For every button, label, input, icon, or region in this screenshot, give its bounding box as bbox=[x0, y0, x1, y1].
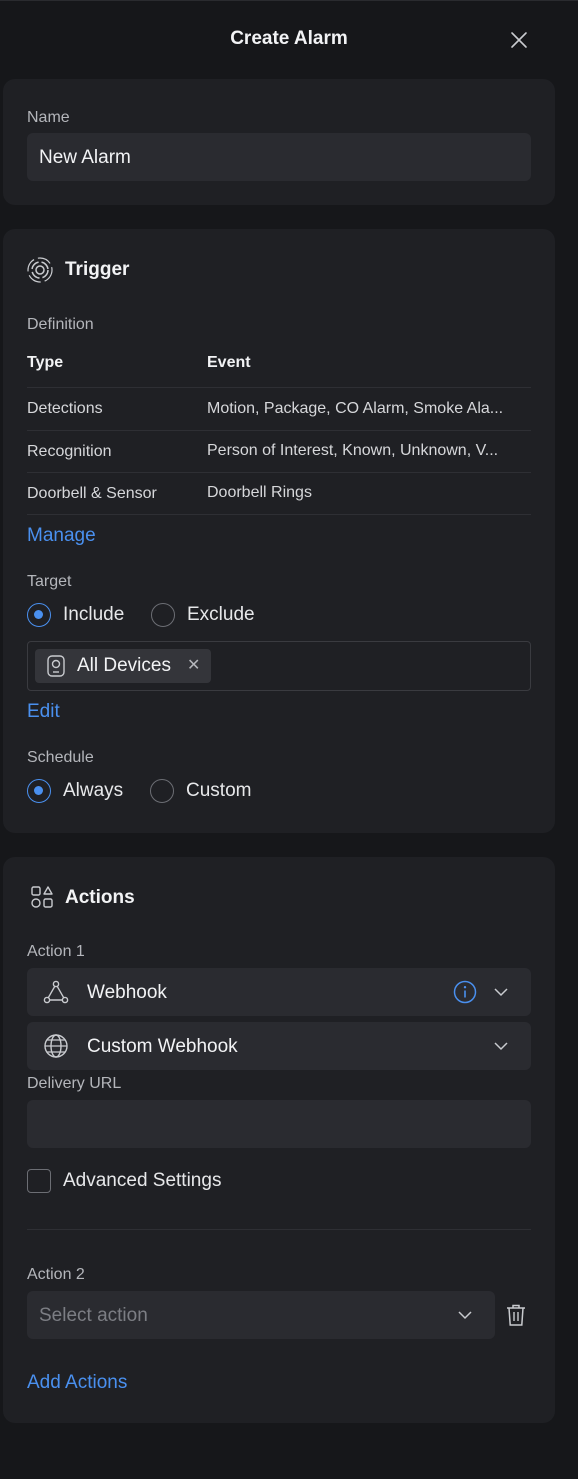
radio-always[interactable] bbox=[27, 779, 51, 803]
target-label: Target bbox=[27, 573, 72, 590]
action1-type-select[interactable]: Webhook bbox=[27, 968, 531, 1016]
row-event-doorbell: Doorbell Rings bbox=[207, 484, 312, 501]
device-chip-label: All Devices bbox=[77, 655, 171, 676]
row-divider bbox=[27, 387, 531, 388]
action1-subtype-select[interactable]: Custom Webhook bbox=[27, 1022, 531, 1070]
camera-icon bbox=[44, 654, 68, 678]
chevron-down-icon bbox=[493, 984, 509, 1000]
advanced-settings-label[interactable]: Advanced Settings bbox=[63, 1170, 221, 1192]
close-icon[interactable] bbox=[507, 28, 531, 52]
dialog-title: Create Alarm bbox=[230, 28, 348, 49]
row-divider bbox=[27, 472, 531, 473]
trigger-icon bbox=[27, 257, 53, 283]
row-event-recognition: Person of Interest, Known, Unknown, V... bbox=[207, 442, 499, 459]
row-type-doorbell: Doorbell & Sensor bbox=[27, 485, 157, 502]
manage-link[interactable]: Manage bbox=[27, 525, 96, 547]
actions-card: Actions Action 1 Webhook Custom Webhook … bbox=[3, 857, 555, 1423]
trigger-title: Trigger bbox=[65, 259, 130, 280]
delivery-url-label: Delivery URL bbox=[27, 1075, 122, 1092]
radio-custom-label[interactable]: Custom bbox=[186, 780, 251, 802]
radio-always-label[interactable]: Always bbox=[63, 780, 123, 802]
name-input[interactable]: New Alarm bbox=[27, 133, 531, 181]
row-divider bbox=[27, 430, 531, 431]
radio-include[interactable] bbox=[27, 603, 51, 627]
column-header-type: Type bbox=[27, 354, 64, 371]
chevron-down-icon bbox=[493, 1038, 509, 1054]
radio-exclude[interactable] bbox=[151, 603, 175, 627]
trigger-card: Trigger Definition Type Event Detections… bbox=[3, 229, 555, 833]
edit-link[interactable]: Edit bbox=[27, 701, 60, 723]
actions-title: Actions bbox=[65, 887, 135, 908]
definition-label: Definition bbox=[27, 316, 94, 333]
remove-chip-icon[interactable]: ✕ bbox=[187, 655, 200, 675]
row-divider bbox=[27, 514, 531, 515]
action2-select[interactable]: Select action bbox=[27, 1291, 495, 1339]
add-actions-link[interactable]: Add Actions bbox=[27, 1372, 127, 1394]
info-icon[interactable] bbox=[453, 980, 477, 1004]
target-devices-field[interactable]: All Devices ✕ bbox=[27, 641, 531, 691]
delivery-url-input[interactable] bbox=[27, 1100, 531, 1148]
trash-icon[interactable] bbox=[504, 1303, 528, 1327]
name-card: Name New Alarm bbox=[3, 79, 555, 205]
action2-placeholder: Select action bbox=[39, 1305, 148, 1326]
dialog-header: Create Alarm bbox=[0, 0, 578, 80]
section-divider bbox=[27, 1229, 531, 1230]
row-type-recognition: Recognition bbox=[27, 443, 112, 460]
actions-icon bbox=[30, 885, 54, 909]
advanced-settings-checkbox[interactable] bbox=[27, 1169, 51, 1193]
column-header-event: Event bbox=[207, 354, 251, 371]
globe-icon bbox=[43, 1033, 69, 1059]
radio-include-label[interactable]: Include bbox=[63, 604, 124, 626]
name-label: Name bbox=[27, 109, 70, 126]
action1-label: Action 1 bbox=[27, 943, 85, 960]
radio-exclude-label[interactable]: Exclude bbox=[187, 604, 255, 626]
name-input-value: New Alarm bbox=[39, 147, 131, 168]
schedule-label: Schedule bbox=[27, 749, 94, 766]
device-chip: All Devices ✕ bbox=[35, 649, 211, 683]
chevron-down-icon bbox=[457, 1307, 473, 1323]
action2-label: Action 2 bbox=[27, 1266, 85, 1283]
row-event-detections: Motion, Package, CO Alarm, Smoke Ala... bbox=[207, 400, 504, 417]
action1-type-value: Webhook bbox=[87, 982, 167, 1003]
action1-subtype-value: Custom Webhook bbox=[87, 1036, 238, 1057]
webhook-icon bbox=[43, 979, 69, 1005]
row-type-detections: Detections bbox=[27, 400, 103, 417]
radio-custom[interactable] bbox=[150, 779, 174, 803]
